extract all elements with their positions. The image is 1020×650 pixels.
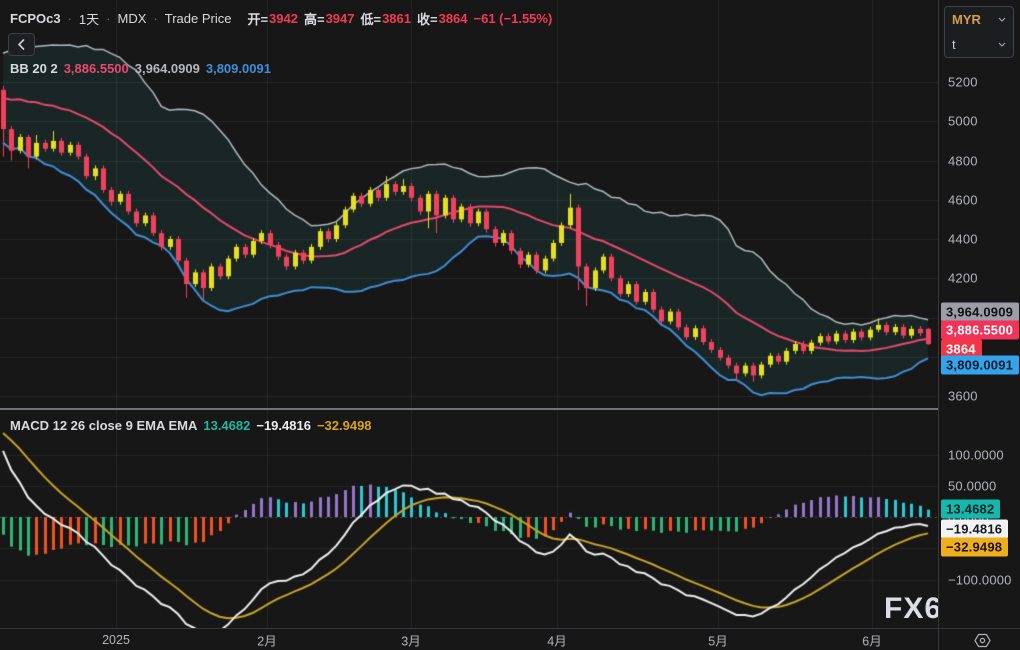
- scale-unit-box: MYR t: [944, 6, 1014, 58]
- price-axis-label: 3600: [948, 389, 978, 404]
- price-badge: 13.4682: [941, 500, 1000, 519]
- macd-chart-canvas[interactable]: [0, 410, 938, 628]
- time-axis-label: 2025: [102, 633, 130, 647]
- chart-settings-icon[interactable]: [968, 632, 996, 649]
- bb-upper-value: 3,964.0909: [135, 61, 200, 76]
- bb-indicator-legend: BB 20 2 3,886.5500 3,964.0909 3,809.0091: [10, 61, 271, 76]
- price-axis-label: 4600: [948, 192, 978, 207]
- macd-axis-label: −100.0000: [948, 572, 1012, 587]
- change-value: −61 (−1.55%): [474, 11, 553, 26]
- symbol-legend: FCPOc3 · 1天 · MDX · Trade Price 开=3942 高…: [10, 9, 552, 28]
- price-axis-label: 5000: [948, 114, 978, 129]
- time-scale[interactable]: 2025 2月 3月 4月 5月 6月: [0, 628, 1020, 650]
- high-value: 3947: [326, 11, 355, 26]
- time-axis-label: 2月: [257, 631, 276, 650]
- price-badge: 3,964.0909: [941, 303, 1019, 322]
- time-axis-label: 5月: [708, 631, 727, 650]
- price-scale[interactable]: MYR t 5200 5000 4800 4600 4400 4200 3600 100.00…: [938, 0, 1020, 628]
- macd-hist-value: 13.4682: [203, 418, 250, 433]
- time-axis-label: 3月: [401, 631, 420, 650]
- exchange-label: MDX: [118, 11, 147, 26]
- back-button[interactable]: [8, 33, 35, 56]
- macd-axis-label: 100.0000: [948, 447, 1004, 462]
- currency-value: MYR: [952, 12, 981, 27]
- open-label: 开=: [247, 9, 268, 28]
- bb-name: BB 20 2: [10, 61, 58, 76]
- macd-indicator-legend: MACD 12 26 close 9 EMA EMA 13.4682 −19.4…: [10, 418, 372, 433]
- chevron-left-icon: [17, 39, 26, 50]
- interval-label: 1天: [79, 9, 99, 28]
- price-badge: 3,809.0091: [941, 356, 1019, 375]
- axis-corner-divider: [938, 629, 939, 650]
- time-axis-label: 6月: [862, 631, 881, 650]
- price-badge: −32.9498: [941, 538, 1008, 557]
- macd-signal-value: −32.9498: [317, 418, 372, 433]
- series-type-label: Trade Price: [165, 11, 232, 26]
- unit-value: t: [952, 37, 956, 52]
- price-axis-label: 4200: [948, 271, 978, 286]
- close-label: 收=: [417, 9, 438, 28]
- bb-mid-value: 3,886.5500: [64, 61, 129, 76]
- bb-lower-value: 3,809.0091: [206, 61, 271, 76]
- currency-dropdown[interactable]: MYR: [945, 7, 1013, 32]
- price-axis-label: 5200: [948, 75, 978, 90]
- symbol-name: FCPOc3: [10, 11, 61, 26]
- chevron-down-icon: [998, 17, 1006, 22]
- price-badge: −19.4816: [941, 520, 1008, 539]
- macd-name: MACD 12 26 close 9 EMA EMA: [10, 418, 197, 433]
- high-label: 高=: [304, 9, 325, 28]
- macd-axis-label: 50.0000: [948, 478, 996, 493]
- close-value: 3864: [439, 11, 468, 26]
- low-value: 3861: [382, 11, 411, 26]
- price-axis-label: 4400: [948, 232, 978, 247]
- chevron-down-icon: [998, 42, 1006, 47]
- price-badge: 3,886.5500: [941, 321, 1019, 340]
- low-label: 低=: [360, 9, 381, 28]
- open-value: 3942: [269, 11, 298, 26]
- pane-divider[interactable]: [0, 408, 1020, 410]
- trading-chart-app: FCPOc3 · 1天 · MDX · Trade Price 开=3942 高…: [0, 0, 1020, 650]
- time-axis-label: 4月: [547, 631, 566, 650]
- macd-line-value: −19.4816: [256, 418, 311, 433]
- unit-dropdown[interactable]: t: [945, 32, 1013, 57]
- price-axis-label: 4800: [948, 153, 978, 168]
